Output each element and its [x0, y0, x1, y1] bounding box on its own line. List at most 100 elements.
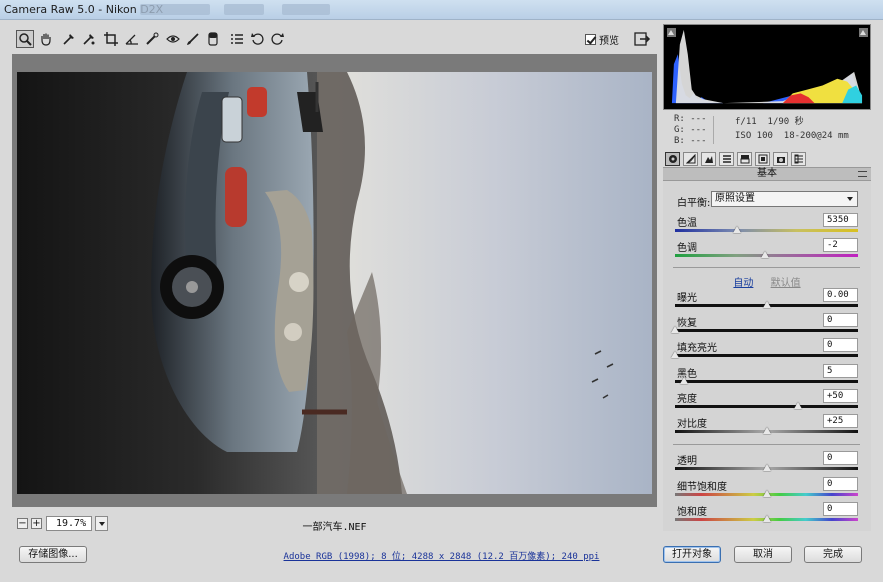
- highlight-clipping-warning-icon[interactable]: [859, 28, 868, 37]
- tint-label: 色调: [677, 243, 697, 254]
- tab-lens-corrections-icon[interactable]: [755, 152, 770, 166]
- white-balance-icon[interactable]: [60, 30, 78, 48]
- r-value: ---: [690, 114, 707, 124]
- blacks-track[interactable]: [675, 380, 858, 383]
- vibrance-label: 细节饱和度: [677, 482, 727, 493]
- preferences-icon[interactable]: [228, 30, 246, 48]
- fill-light-value[interactable]: 0: [823, 338, 858, 352]
- vibrance-value[interactable]: 0: [823, 477, 858, 491]
- done-button[interactable]: 完成: [804, 546, 862, 563]
- white-balance-label: 白平衡:: [677, 198, 711, 209]
- tool-bar: 预览: [12, 27, 657, 51]
- brightness-track[interactable]: [675, 405, 858, 408]
- b-label: B:: [674, 136, 685, 146]
- iso-value: ISO 100: [735, 131, 773, 141]
- contrast-thumb[interactable]: [762, 427, 771, 434]
- straighten-icon[interactable]: [123, 30, 141, 48]
- tint-thumb[interactable]: [760, 251, 769, 258]
- r-label: R:: [674, 114, 685, 124]
- photo-preview[interactable]: [17, 72, 652, 494]
- vibrance-thumb[interactable]: [762, 490, 771, 497]
- clarity-slider[interactable]: 透明 0: [663, 450, 871, 475]
- contrast-slider[interactable]: 对比度 +25: [663, 413, 871, 438]
- cancel-button[interactable]: 取消: [734, 546, 792, 563]
- fill-light-track[interactable]: [675, 354, 858, 357]
- tab-hsl-icon[interactable]: [719, 152, 734, 166]
- crop-icon[interactable]: [102, 30, 120, 48]
- tab-camera-calibration-icon[interactable]: [773, 152, 788, 166]
- blacks-value[interactable]: 5: [823, 364, 858, 378]
- exposure-label: 曝光: [677, 293, 697, 304]
- fill-light-slider[interactable]: 填充亮光 0: [663, 337, 871, 362]
- tab-basic-icon[interactable]: [665, 152, 680, 166]
- preview-checkbox[interactable]: [585, 34, 596, 45]
- tab-tone-curve-icon[interactable]: [683, 152, 698, 166]
- blacks-thumb[interactable]: [680, 377, 689, 384]
- contrast-value[interactable]: +25: [823, 414, 858, 428]
- brightness-thumb[interactable]: [793, 402, 802, 409]
- file-name: 一部汽车.NEF: [302, 522, 367, 533]
- recovery-label: 恢复: [677, 318, 697, 329]
- hand-tool-icon[interactable]: [37, 30, 55, 48]
- title-bar-background-item: [140, 4, 210, 15]
- saturation-slider[interactable]: 饱和度 0: [663, 501, 871, 526]
- divider: [673, 267, 860, 268]
- exposure-slider[interactable]: 曝光 0.00: [663, 287, 871, 312]
- exposure-value[interactable]: 0.00: [823, 288, 858, 302]
- recovery-slider[interactable]: 恢复 0: [663, 312, 871, 337]
- brightness-value[interactable]: +50: [823, 389, 858, 403]
- b-value: ---: [690, 136, 707, 146]
- open-object-button[interactable]: 打开对象: [663, 546, 721, 563]
- brightness-label: 亮度: [677, 394, 697, 405]
- adjustment-brush-icon[interactable]: [184, 30, 202, 48]
- shutter-value: 1/90 秒: [767, 117, 804, 127]
- temperature-slider[interactable]: 色温 5350: [663, 212, 871, 237]
- saturation-thumb[interactable]: [762, 515, 771, 522]
- rotate-ccw-icon[interactable]: [249, 30, 267, 48]
- saturation-label: 饱和度: [677, 507, 707, 518]
- fullscreen-icon[interactable]: [633, 30, 651, 48]
- title-bar-background-item: [282, 4, 330, 15]
- panel-title: 基本: [757, 168, 777, 179]
- zoom-tool-icon[interactable]: [16, 30, 34, 48]
- aperture-value: f/11: [735, 117, 757, 127]
- tab-presets-icon[interactable]: [791, 152, 806, 166]
- graduated-filter-icon[interactable]: [204, 30, 222, 48]
- recovery-thumb[interactable]: [671, 326, 679, 333]
- saturation-value[interactable]: 0: [823, 502, 858, 516]
- spot-removal-icon[interactable]: [143, 30, 161, 48]
- exposure-thumb[interactable]: [762, 301, 771, 308]
- divider: [673, 444, 860, 445]
- vibrance-slider[interactable]: 细节饱和度 0: [663, 476, 871, 501]
- recovery-value[interactable]: 0: [823, 313, 858, 327]
- histogram: [663, 24, 871, 110]
- temperature-thumb[interactable]: [733, 226, 742, 233]
- clarity-value[interactable]: 0: [823, 451, 858, 465]
- shadow-clipping-warning-icon[interactable]: [667, 28, 676, 37]
- clarity-thumb[interactable]: [762, 464, 771, 471]
- tint-slider[interactable]: 色调 -2: [663, 237, 871, 262]
- recovery-track[interactable]: [675, 329, 858, 332]
- readout-divider: [713, 116, 714, 144]
- color-sampler-icon[interactable]: [80, 30, 98, 48]
- temperature-track[interactable]: [675, 229, 858, 232]
- rotate-cw-icon[interactable]: [268, 30, 286, 48]
- brightness-slider[interactable]: 亮度 +50: [663, 388, 871, 413]
- preview-toggle[interactable]: 预览: [585, 32, 619, 47]
- red-eye-icon[interactable]: [164, 30, 182, 48]
- basic-panel: 白平衡: 原照设置 色温 5350 色调 -2 自动 默认值 曝光 0.00 恢…: [663, 181, 871, 531]
- preview-label: 预览: [599, 36, 619, 47]
- white-balance-select[interactable]: 原照设置: [711, 191, 858, 207]
- blacks-slider[interactable]: 黑色 5: [663, 363, 871, 388]
- pixel-readout: R: --- G: --- B: --- f/11 1/90 秒 ISO 100…: [663, 110, 871, 150]
- lens-value: 18-200@24 mm: [783, 131, 849, 141]
- contrast-label: 对比度: [677, 419, 707, 430]
- tab-split-toning-icon[interactable]: [737, 152, 752, 166]
- fill-light-thumb[interactable]: [671, 351, 679, 358]
- panel-menu-icon[interactable]: [858, 171, 867, 177]
- tint-value[interactable]: -2: [823, 238, 858, 252]
- temperature-value[interactable]: 5350: [823, 213, 858, 227]
- title-bar: Camera Raw 5.0 - Nikon D2X: [0, 0, 883, 20]
- tab-detail-icon[interactable]: [701, 152, 716, 166]
- panel-header: 基本: [663, 167, 871, 181]
